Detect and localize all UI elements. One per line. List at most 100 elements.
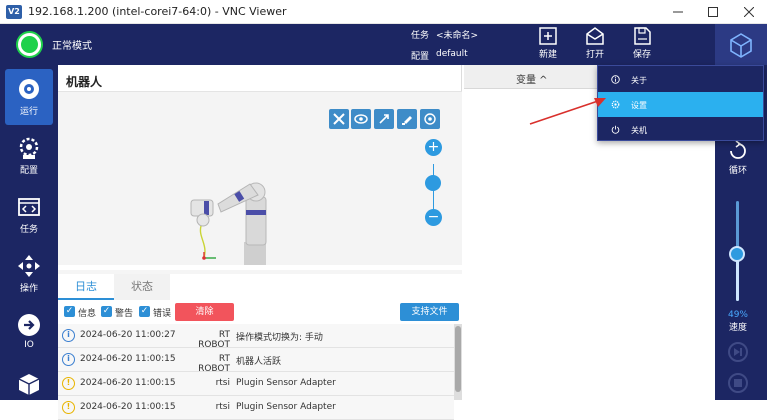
log-time: 2024-06-20 11:00:27	[80, 330, 176, 340]
config-label: 配置	[411, 52, 430, 62]
close-window-button[interactable]	[731, 0, 767, 24]
filter-warning-checkbox[interactable]: ✓	[101, 306, 112, 317]
task-name: <未命名>	[436, 31, 479, 41]
speed-label: 速度	[728, 323, 747, 333]
log-filter-row: ✓ 信息 ✓ 警告 ✓ 错误 清除 支持文件	[58, 300, 462, 324]
filter-error-label: 错误	[153, 309, 172, 319]
step-button[interactable]	[728, 342, 748, 362]
variables-title: 变量 ^	[516, 75, 548, 86]
warning-icon: !	[62, 401, 75, 414]
nav-io[interactable]: IO	[5, 305, 53, 361]
robot-gear-icon	[19, 137, 39, 159]
nav-box[interactable]	[5, 364, 53, 420]
nav-config[interactable]: 配置	[5, 128, 53, 184]
menu-item-shutdown[interactable]: 关机	[598, 117, 763, 142]
filter-error-checkbox[interactable]: ✓	[139, 306, 150, 317]
zoom-in-button[interactable]: +	[425, 139, 442, 156]
zoom-out-button[interactable]: −	[425, 209, 442, 226]
save-button[interactable]: 保存	[624, 26, 660, 64]
log-time: 2024-06-20 11:00:15	[80, 354, 176, 364]
tools-button[interactable]	[329, 109, 349, 129]
settings-icon	[611, 100, 620, 109]
warning-icon: !	[62, 377, 75, 390]
new-file-icon	[539, 27, 557, 45]
log-message: Plugin Sensor Adapter	[236, 378, 336, 388]
nav-run[interactable]: 运行	[5, 69, 53, 125]
tab-status[interactable]: 状态	[114, 274, 170, 300]
target-button[interactable]	[420, 109, 440, 129]
rotate-icon	[379, 114, 389, 124]
move-arrows-icon	[18, 255, 40, 277]
log-list: i 2024-06-20 11:00:27 RT ROBOT 操作模式切换为: …	[58, 324, 454, 420]
menu-item-about[interactable]: 关于	[598, 67, 763, 92]
log-source: RT ROBOT	[198, 330, 230, 350]
window-title: 192.168.1.200 (intel-corei7-64:0) - VNC …	[28, 5, 287, 18]
step-forward-icon	[734, 348, 742, 356]
minimize-button[interactable]	[660, 0, 696, 24]
new-button[interactable]: 新建	[530, 26, 566, 64]
eye-icon	[354, 114, 368, 124]
minimize-icon	[673, 11, 683, 13]
save-file-icon	[634, 27, 651, 45]
open-button[interactable]: 打开	[577, 26, 613, 64]
power-icon	[611, 125, 620, 134]
zoom-slider-knob[interactable]	[425, 175, 441, 191]
view-button[interactable]	[351, 109, 371, 129]
log-source: rtsi	[215, 378, 230, 388]
log-row[interactable]: i 2024-06-20 11:00:27 RT ROBOT 操作模式切换为: …	[58, 324, 454, 350]
support-file-button[interactable]: 支持文件	[400, 303, 459, 321]
nav-operate-label: 操作	[19, 284, 38, 294]
rotate-view-button[interactable]	[374, 109, 394, 129]
stop-icon	[734, 379, 742, 387]
menu-logo-button[interactable]	[715, 24, 767, 65]
nav-task-label: 任务	[19, 225, 38, 235]
clear-log-button[interactable]: 清除	[175, 303, 234, 321]
nav-task[interactable]: 任务	[5, 187, 53, 243]
loop-icon[interactable]	[727, 141, 749, 161]
robot-panel: 机器人 + −	[58, 65, 462, 265]
filter-info-checkbox[interactable]: ✓	[64, 306, 75, 317]
code-window-icon	[18, 198, 40, 216]
log-scrollbar[interactable]	[454, 324, 462, 400]
log-time: 2024-06-20 11:00:15	[80, 402, 176, 412]
stop-button[interactable]	[728, 373, 748, 393]
cube-logo-icon	[730, 32, 752, 58]
log-time: 2024-06-20 11:00:15	[80, 378, 176, 388]
run-target-icon	[19, 79, 39, 99]
task-label: 任务	[411, 31, 430, 41]
window-title-bar[interactable]: V2 192.168.1.200 (intel-corei7-64:0) - V…	[0, 0, 767, 24]
menu-item-about-label: 关于	[631, 76, 647, 85]
log-message: 机器人活跃	[236, 357, 282, 367]
close-icon	[744, 7, 754, 17]
menu-item-shutdown-label: 关机	[631, 126, 647, 135]
loop-label: 循环	[728, 166, 747, 176]
menu-item-settings[interactable]: 设置	[598, 92, 763, 117]
log-scrollbar-thumb[interactable]	[455, 326, 461, 392]
maximize-button[interactable]	[695, 0, 731, 24]
maximize-icon	[708, 7, 718, 17]
log-source: rtsi	[215, 402, 230, 412]
vnc-app-icon: V2	[6, 4, 22, 19]
app-header: 正常模式 任务 <未命名> 配置 default 新建 打开 保存	[0, 24, 767, 65]
open-button-label: 打开	[585, 50, 604, 60]
nav-config-label: 配置	[19, 166, 38, 176]
info-icon: i	[62, 353, 75, 366]
save-button-label: 保存	[632, 50, 651, 60]
speed-slider-knob[interactable]	[729, 246, 745, 262]
log-row[interactable]: ! 2024-06-20 11:00:15 rtsi Plugin Sensor…	[58, 372, 454, 396]
log-message: Plugin Sensor Adapter	[236, 402, 336, 412]
nav-operate[interactable]: 操作	[5, 246, 53, 302]
open-mail-icon	[586, 27, 604, 45]
log-message: 操作模式切换为: 手动	[236, 333, 323, 343]
mode-label: 正常模式	[52, 41, 92, 52]
left-nav: 运行 配置 任务 操作 IO	[0, 65, 58, 400]
log-row[interactable]: i 2024-06-20 11:00:15 RT ROBOT 机器人活跃	[58, 348, 454, 374]
brush-button[interactable]	[397, 109, 417, 129]
info-icon: i	[62, 329, 75, 342]
filter-info-label: 信息	[78, 309, 97, 319]
robot-status-indicator[interactable]	[18, 33, 41, 56]
tools-icon	[333, 113, 345, 125]
speed-value: 49%	[727, 310, 748, 320]
annotation-arrow	[529, 98, 606, 125]
tab-log[interactable]: 日志	[58, 274, 114, 300]
